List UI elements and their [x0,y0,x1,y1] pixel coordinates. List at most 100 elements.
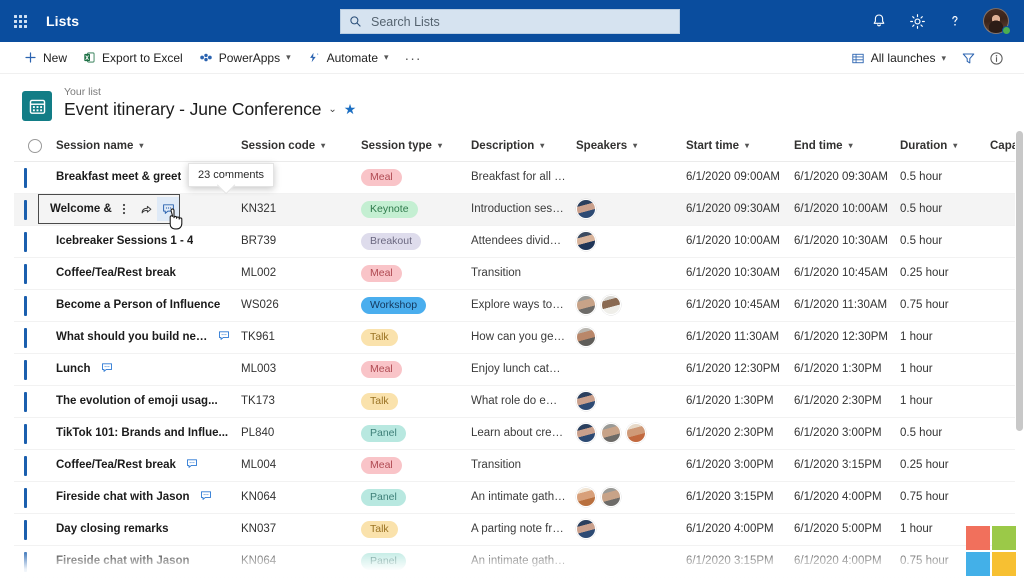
speaker-avatar[interactable] [576,423,596,443]
row-accent-bar [24,487,27,508]
automate-button[interactable]: Automate ▾ [299,42,397,74]
cell-session-name[interactable]: Coffee/Tea/Rest break [46,257,231,290]
column-header-session-code[interactable]: Session code ▾ [231,131,351,162]
column-header-speakers[interactable]: Speakers ▾ [566,131,676,162]
session-name-text: Breakfast meet & greet [56,171,182,183]
select-all-header[interactable] [14,131,46,162]
speaker-avatar[interactable] [576,487,596,507]
cell-session-name[interactable]: Day closing remarks [46,513,231,546]
column-header-session-type[interactable]: Session type ▾ [351,131,461,162]
question-mark-icon[interactable] [938,0,972,42]
column-header-session-name[interactable]: Session name ▾ [46,131,231,162]
speaker-avatar[interactable] [576,519,596,539]
cell-session-name[interactable]: What should you build next? [46,321,231,354]
row-select-cell[interactable] [14,225,46,258]
speaker-avatar[interactable] [601,487,621,507]
command-bar-right: All launches ▾ [843,42,1010,74]
cell-session-name[interactable]: Fireside chat with Jason [46,545,231,578]
row-select-cell[interactable] [14,481,46,514]
comment-icon[interactable] [217,329,231,345]
row-select-cell[interactable] [14,385,46,418]
column-header-duration[interactable]: Duration ▾ [890,131,980,162]
row-select-cell[interactable] [14,321,46,354]
speaker-avatar[interactable] [626,423,646,443]
row-select-cell[interactable] [14,545,46,578]
cell-session-code: KN321 [231,193,351,226]
bell-icon[interactable] [862,0,896,42]
table-row[interactable]: Icebreaker Sessions 1 - 4 BR739 Breakout At… [14,225,1024,258]
search-box[interactable] [340,9,680,34]
app-name[interactable]: Lists [46,13,79,29]
row-select-cell[interactable] [14,161,46,194]
cell-session-type: Panel [351,545,461,578]
table-row[interactable]: Day closing remarks KN037 Talk A parting no… [14,513,1024,546]
cell-end-time: 6/1/2020 1:30PM [784,353,890,386]
row-select-cell[interactable] [14,257,46,290]
app-launcher-icon[interactable] [0,0,40,42]
speaker-avatar[interactable] [576,295,596,315]
comment-icon[interactable] [199,489,213,505]
table-row[interactable]: Coffee/Tea/Rest break ML004 Meal Transition… [14,449,1024,482]
row-hover-action-box[interactable]: Welcome & Introduct... [38,194,180,224]
session-name-text: Coffee/Tea/Rest break [56,459,176,471]
overflow-ellipsis-icon[interactable]: ··· [397,42,430,74]
speaker-avatar[interactable] [576,327,596,347]
powerapps-button[interactable]: PowerApps ▾ [191,42,299,74]
cell-duration: 0.5 hour [890,417,980,450]
column-header-end-time[interactable]: End time ▾ [784,131,890,162]
comment-icon[interactable] [100,361,114,377]
vertical-ellipsis-icon[interactable] [113,197,135,221]
cell-session-name[interactable]: Fireside chat with Jason [46,481,231,514]
cell-session-code: TK173 [231,385,351,418]
information-icon[interactable] [982,44,1010,72]
column-header-start-time[interactable]: Start time ▾ [676,131,784,162]
comment-icon[interactable] [185,457,199,473]
chevron-down-icon: ▾ [848,141,853,151]
speaker-avatar[interactable] [601,423,621,443]
cell-session-name[interactable]: Lunch [46,353,231,386]
table-row[interactable]: Lunch ML003 Meal Enjoy lunch catered b... 6/… [14,353,1024,386]
microsoft-logo [966,526,1016,576]
row-select-cell[interactable] [14,289,46,322]
chevron-down-icon[interactable]: ⌄ [328,104,336,115]
speaker-avatar[interactable] [576,199,596,219]
star-icon[interactable]: ★ [344,101,357,118]
filter-icon[interactable] [954,44,982,72]
cell-session-name[interactable]: Become a Person of Influence [46,289,231,322]
table-row[interactable]: TikTok 101: Brands and Influe... PL840 Pan… [14,417,1024,450]
view-selector[interactable]: All launches ▾ [843,42,954,74]
column-header-description[interactable]: Description ▾ [461,131,566,162]
cell-duration: 0.75 hour [890,481,980,514]
search-input[interactable] [369,13,671,30]
row-select-cell[interactable] [14,417,46,450]
user-avatar[interactable] [976,0,1016,42]
excel-icon [83,51,96,64]
comment-icon[interactable] [157,197,179,221]
gear-icon[interactable] [900,0,934,42]
select-all-circle[interactable] [28,138,42,153]
cell-session-name[interactable]: Icebreaker Sessions 1 - 4 [46,225,231,258]
row-accent-bar [24,167,27,188]
table-row[interactable]: Breakfast meet & greet001MealBreakfast f… [14,161,1024,194]
speaker-avatar[interactable] [576,391,596,411]
table-row[interactable]: The evolution of emoji usag... TK173 Talk W… [14,385,1024,418]
row-select-cell[interactable] [14,513,46,546]
table-row[interactable]: Fireside chat with Jason KN064 Panel An int… [14,481,1024,514]
new-button[interactable]: New [16,42,75,74]
cell-session-name[interactable]: The evolution of emoji usag... [46,385,231,418]
table-row[interactable]: Become a Person of Influence WS026 Worksho… [14,289,1024,322]
speaker-avatar[interactable] [601,295,621,315]
vertical-scrollbar[interactable] [1015,131,1024,556]
row-select-cell[interactable] [14,449,46,482]
row-select-cell[interactable] [14,353,46,386]
table-row[interactable]: Fireside chat with Jason KN064 Panel An int… [14,545,1024,578]
scrollbar-thumb[interactable] [1016,131,1023,431]
table-row[interactable]: What should you build next? TK961 Talk How … [14,321,1024,354]
share-icon[interactable] [135,197,157,221]
cell-session-name[interactable]: Coffee/Tea/Rest break [46,449,231,482]
cell-session-name[interactable]: TikTok 101: Brands and Influe... [46,417,231,450]
table-row[interactable]: Coffee/Tea/Rest break ML002 Meal Transition… [14,257,1024,290]
speaker-avatar[interactable] [576,231,596,251]
export-to-excel-button[interactable]: Export to Excel [75,42,191,74]
column-label: Speakers [576,139,628,152]
